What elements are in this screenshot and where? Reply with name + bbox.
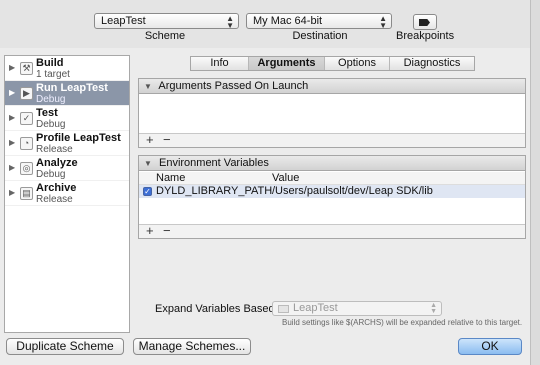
scheme-label: Scheme [144,30,186,42]
sidebar-item-run[interactable]: ▶ ▶ Run LeapTest Debug [5,81,129,106]
tab-arguments[interactable]: Arguments [249,57,325,70]
test-icon: ✓ [20,112,33,125]
tab-info[interactable]: Info [191,57,249,70]
sidebar-item-name: Build [36,57,64,69]
sidebar-item-test[interactable]: ▶ ✓ Test Debug [5,106,129,131]
disclosure-down-icon[interactable]: ▼ [144,82,152,91]
sidebar-item-name: Analyze [36,157,78,169]
scheme-popup-value: LeapTest [101,15,146,27]
sidebar-item-profile[interactable]: ▶ ◔ Profile LeapTest Release [5,131,129,156]
breakpoints-button[interactable] [413,14,437,30]
sidebar-item-archive[interactable]: ▶ ▤ Archive Release [5,181,129,206]
environment-panel: ▼ Environment Variables Name Value ✓ DYL… [138,155,526,239]
disclosure-triangle-icon[interactable]: ▶ [9,113,15,122]
popup-arrows-icon: ▲ ▼ [226,14,234,30]
sidebar-item-name: Archive [36,182,77,194]
popup-arrows-icon: ▲ ▼ [430,302,437,315]
sidebar-item-sub: Release [36,194,73,205]
sidebar-item-sub: Debug [36,94,66,105]
environment-column-header: Name Value [139,172,525,185]
tab-diagnostics[interactable]: Diagnostics [390,57,474,70]
column-value-header[interactable]: Value [272,172,299,184]
duplicate-scheme-button[interactable]: Duplicate Scheme [6,338,124,355]
remove-variable-button[interactable]: − [163,224,171,237]
table-row[interactable]: ✓ DYLD_LIBRARY_PATH /Users/paulsolt/dev/… [139,185,525,198]
add-variable-button[interactable]: + [146,224,154,237]
sidebar-item-name: Test [36,107,58,119]
arguments-panel: ▼ Arguments Passed On Launch + − [138,78,526,148]
popup-arrows-icon: ▲ ▼ [379,14,387,30]
sidebar-item-analyze[interactable]: ▶ ◎ Analyze Debug [5,156,129,181]
arguments-panel-title: Arguments Passed On Launch [158,80,309,92]
env-var-value[interactable]: /Users/paulsolt/dev/Leap SDK/lib [272,185,433,198]
target-icon [278,305,289,313]
column-name-header[interactable]: Name [156,172,185,184]
profile-icon: ◔ [20,137,33,150]
disclosure-triangle-icon[interactable]: ▶ [9,163,15,172]
expand-variables-popup[interactable]: LeapTest ▲ ▼ [272,301,442,316]
scheme-action-list: ▶ ⚒ Build 1 target ▶ ▶ Run LeapTest Debu… [4,55,130,333]
breakpoint-icon [419,19,430,26]
add-argument-button[interactable]: + [146,133,154,146]
sidebar-item-name: Profile LeapTest [36,132,121,144]
disclosure-triangle-icon[interactable]: ▶ [9,88,15,97]
toolbar: LeapTest ▲ ▼ My Mac 64-bit ▲ ▼ Scheme Dest… [0,0,540,48]
analyze-icon: ◎ [20,162,33,175]
disclosure-triangle-icon[interactable]: ▶ [9,63,15,72]
archive-icon: ▤ [20,187,33,200]
sidebar-item-sub: 1 target [36,69,70,80]
ok-button[interactable]: OK [458,338,522,355]
sidebar-item-sub: Release [36,144,73,155]
disclosure-triangle-icon[interactable]: ▶ [9,188,15,197]
arguments-panel-header[interactable]: ▼ Arguments Passed On Launch [139,79,525,94]
remove-argument-button[interactable]: − [163,133,171,146]
disclosure-triangle-icon[interactable]: ▶ [9,138,15,147]
expand-variables-note: Build settings like $(ARCHS) will be exp… [282,318,523,327]
environment-panel-title: Environment Variables [158,157,269,169]
window-edge [530,0,540,365]
row-enabled-checkbox[interactable]: ✓ [143,187,152,196]
environment-panel-footer: + − [139,224,525,238]
manage-schemes-button[interactable]: Manage Schemes... [133,338,251,355]
tab-bar: Info Arguments Options Diagnostics [190,56,475,71]
sidebar-item-sub: Debug [36,119,66,130]
sidebar-item-sub: Debug [36,169,66,180]
sidebar-item-name: Run LeapTest [36,82,108,94]
destination-label: Destination [292,30,348,42]
sidebar-item-build[interactable]: ▶ ⚒ Build 1 target [5,56,129,81]
env-var-name[interactable]: DYLD_LIBRARY_PATH [156,185,272,198]
destination-popup[interactable]: My Mac 64-bit ▲ ▼ [246,13,392,30]
arguments-panel-footer: + − [139,133,525,147]
build-icon: ⚒ [20,62,33,75]
destination-popup-value: My Mac 64-bit [253,15,323,27]
environment-panel-header[interactable]: ▼ Environment Variables [139,156,525,171]
tab-options[interactable]: Options [325,57,390,70]
disclosure-down-icon[interactable]: ▼ [144,159,152,168]
breakpoints-label: Breakpoints [396,30,455,42]
scheme-popup[interactable]: LeapTest ▲ ▼ [94,13,239,30]
expand-popup-value: LeapTest [293,302,338,314]
run-icon: ▶ [20,87,33,100]
